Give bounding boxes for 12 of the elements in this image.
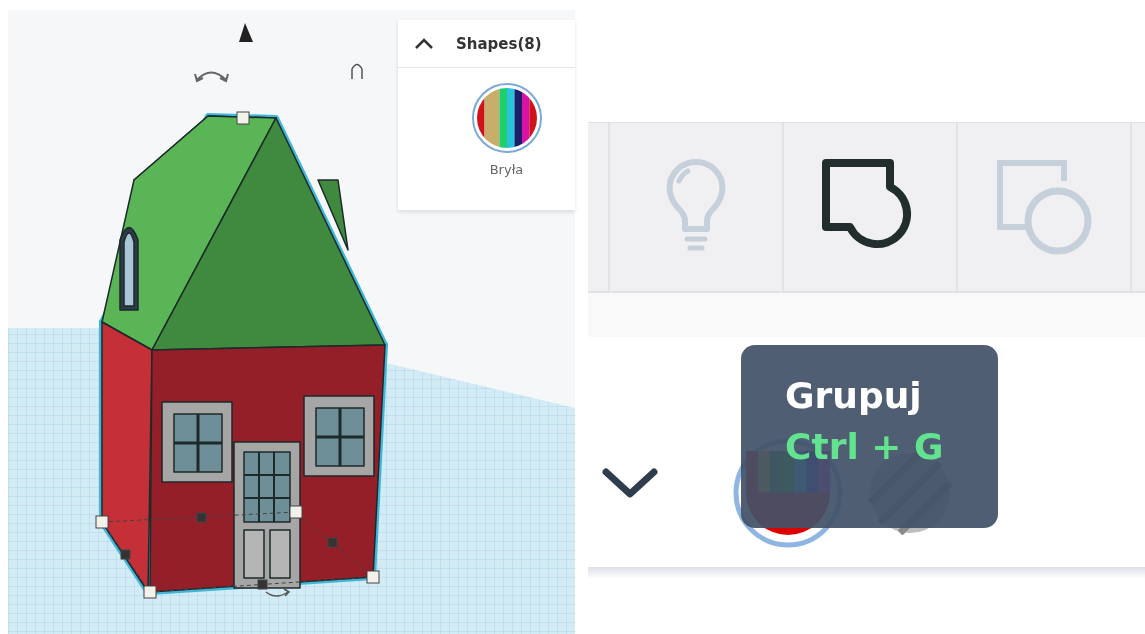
chevron-icon[interactable] bbox=[414, 37, 434, 50]
rainbow-swatch-icon[interactable] bbox=[470, 82, 543, 154]
shape-label: Bryła bbox=[489, 162, 524, 177]
chevron-icon[interactable] bbox=[602, 468, 658, 498]
tooltip-title: Grupuj bbox=[785, 375, 923, 416]
lift-cone-icon[interactable] bbox=[239, 23, 253, 42]
keyboard-shortcut: Ctrl + G bbox=[785, 426, 945, 467]
rotate-arrow-icon[interactable] bbox=[265, 588, 290, 597]
rotate-arrow-icon[interactable] bbox=[194, 71, 229, 82]
arch-icon[interactable] bbox=[351, 63, 363, 80]
ungroup-icon bbox=[996, 159, 1092, 255]
panel-title: Shapes(8) bbox=[456, 34, 542, 53]
